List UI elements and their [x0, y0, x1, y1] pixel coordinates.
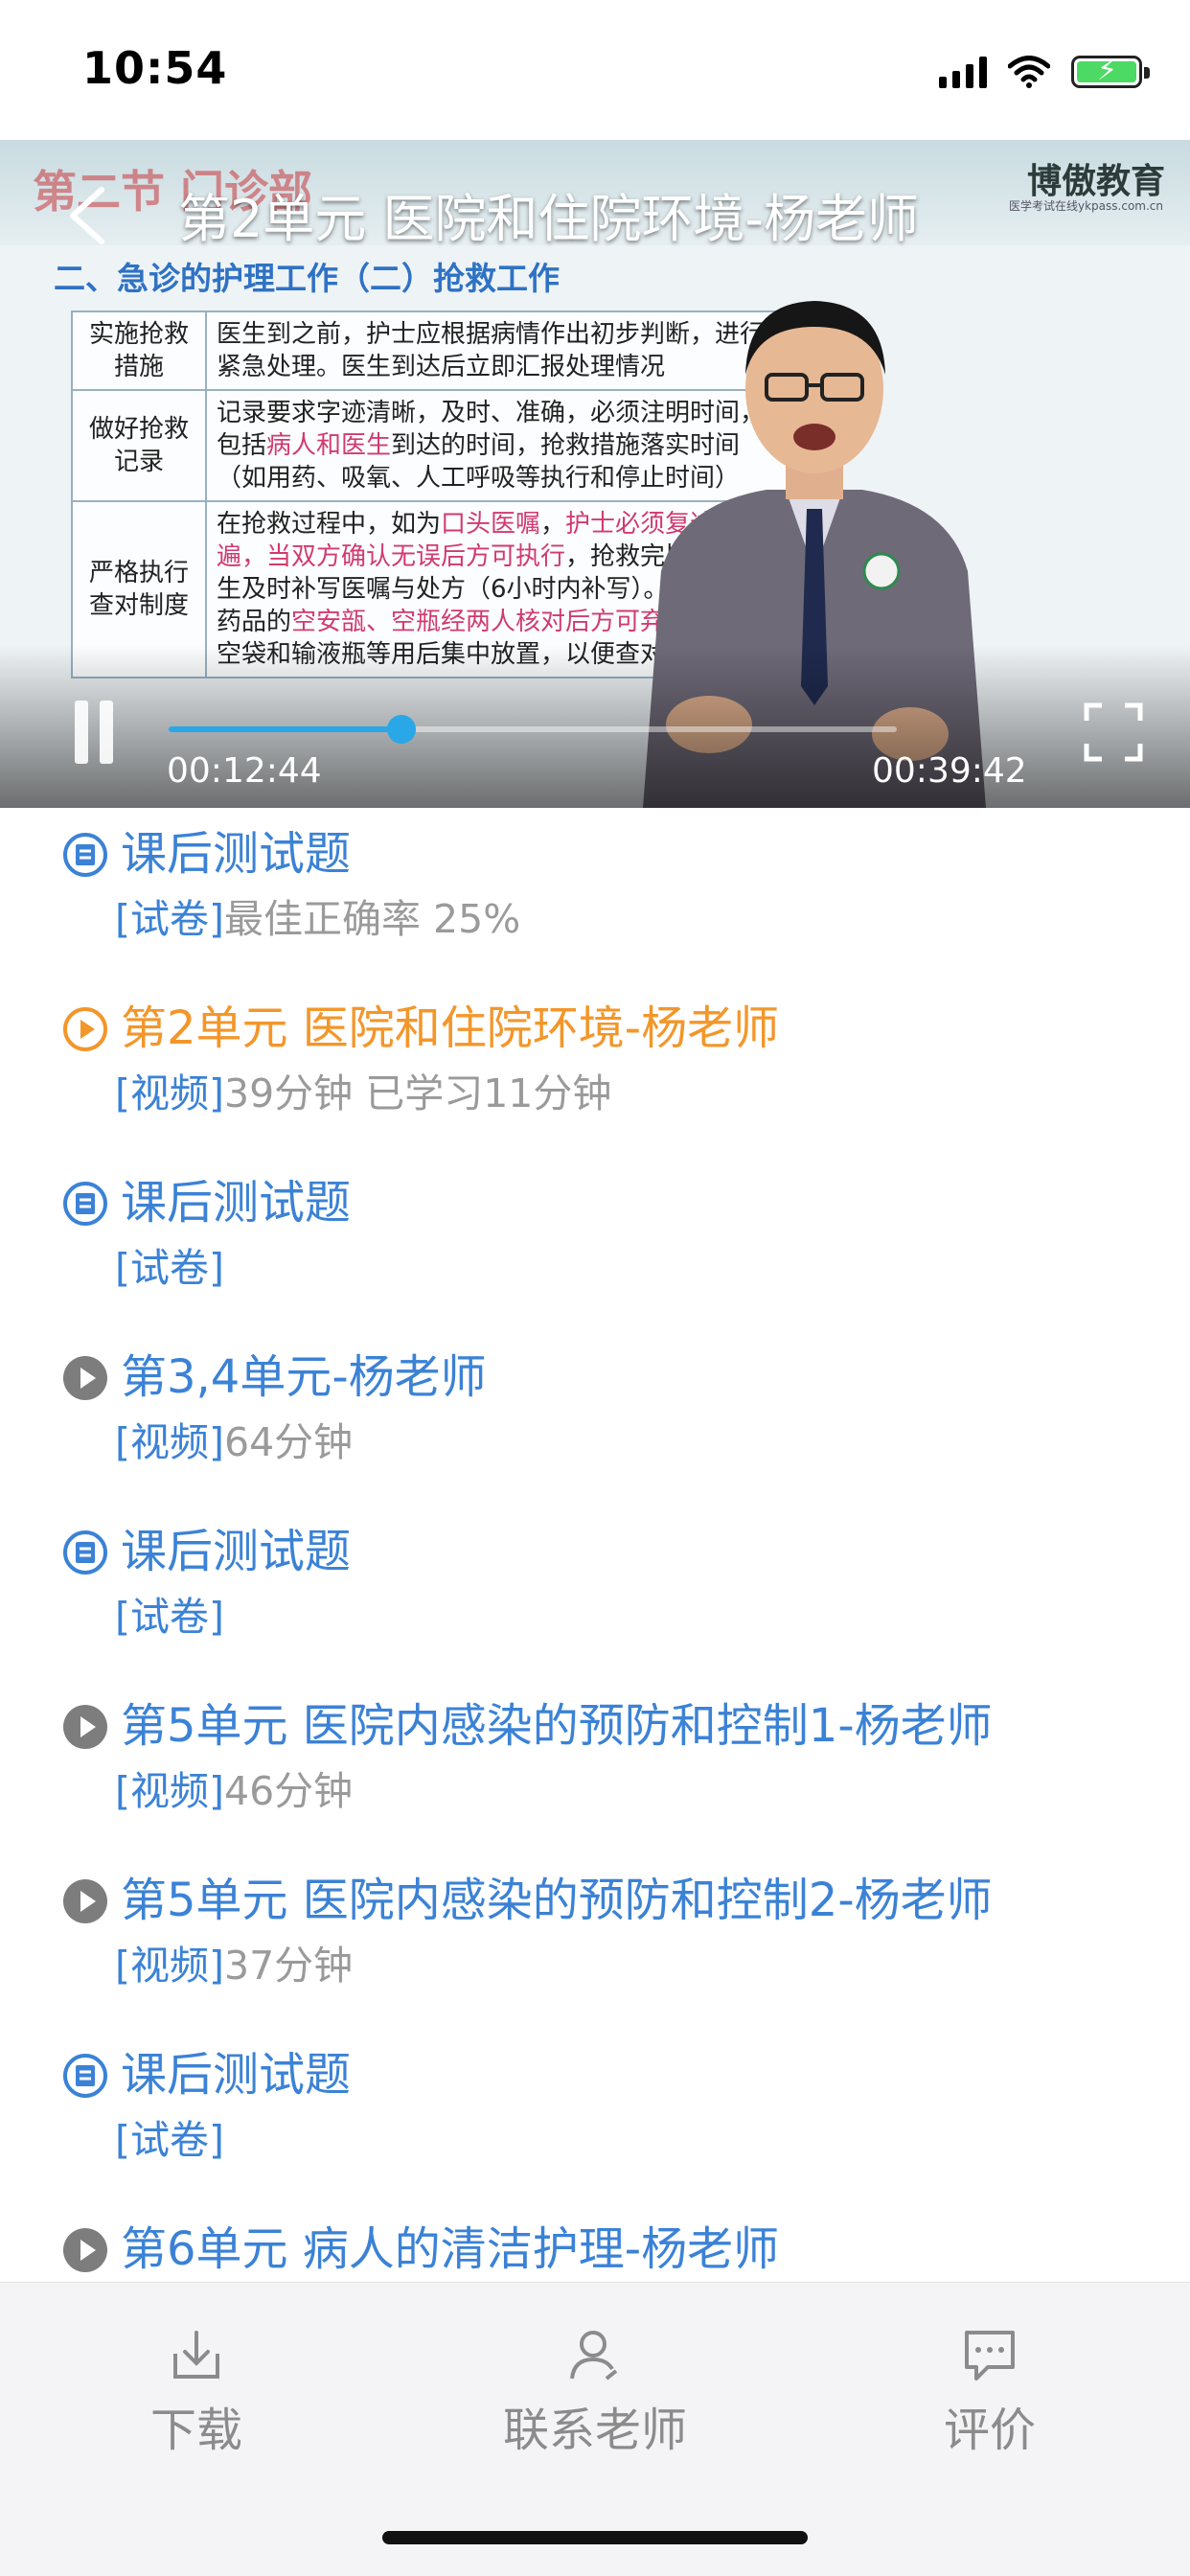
item-type-tag: [试卷]: [115, 896, 224, 942]
wifi-icon: [1008, 56, 1050, 88]
contact-teacher-tab[interactable]: 联系老师: [490, 2325, 700, 2459]
quiz-icon: [61, 831, 109, 879]
total-time: 00:39:42: [872, 751, 1027, 791]
cellular-signal-icon: [939, 56, 987, 88]
video-lesson-item[interactable]: 第3,4单元-杨老师 [视频]64分钟: [0, 1314, 1190, 1488]
video-lesson-item[interactable]: 第5单元 医院内感染的预防和控制2-杨老师 [视频]37分钟: [0, 1837, 1190, 2012]
item-meta: [试卷]: [115, 1241, 224, 1295]
play-icon: [61, 2226, 109, 2274]
item-meta: [视频]39分钟 已学习11分钟: [115, 1067, 611, 1120]
item-meta: [试卷]: [115, 1590, 224, 1644]
item-meta: [视频]64分钟: [115, 1415, 353, 1469]
contact-teacher-label: 联系老师: [502, 2404, 687, 2457]
slide-row-key: 做好抢救记录: [71, 389, 207, 502]
item-title: 第2单元 医院和住院环境-杨老师: [121, 1001, 780, 1055]
video-player[interactable]: 第二节 门诊部 博傲教育 医学考试在线ykpass.com.cn 二、急诊的护理…: [0, 140, 1190, 808]
contact-person-icon: [570, 2331, 618, 2380]
current-time: 00:12:44: [167, 751, 322, 791]
download-tab[interactable]: 下载: [139, 2325, 254, 2459]
slide-subtitle: 二、急诊的护理工作（二）抢救工作: [54, 260, 560, 297]
pause-icon: [75, 701, 88, 764]
video-lesson-item[interactable]: 第5单元 医院内感染的预防和控制1-杨老师 [视频]46分钟: [0, 1663, 1190, 1837]
item-type-tag: [视频]: [115, 1943, 224, 1989]
review-tab[interactable]: 评价: [932, 2325, 1047, 2459]
pause-icon: [100, 701, 113, 764]
item-meta: [视频]46分钟: [115, 1764, 353, 1818]
status-bar: 10:54 ⚡: [0, 0, 1190, 140]
home-indicator: [382, 2531, 808, 2544]
play-icon: [61, 1354, 109, 1402]
quiz-item[interactable]: 课后测试题 [试卷]: [0, 1139, 1190, 1314]
item-title: 第3,4单元-杨老师: [121, 1350, 487, 1404]
quiz-item[interactable]: 课后测试题 [试卷]: [0, 1488, 1190, 1663]
item-type-tag: [试卷]: [115, 1594, 224, 1640]
item-detail: 46分钟: [224, 1768, 354, 1814]
quiz-item[interactable]: 课后测试题 [试卷]: [0, 2012, 1190, 2186]
quiz-icon: [61, 2052, 109, 2100]
pause-button[interactable]: [71, 701, 119, 768]
progress-knob[interactable]: [387, 715, 417, 744]
item-title: 课后测试题: [121, 827, 352, 881]
video-title: 第2单元 医院和住院环境-杨老师: [178, 189, 920, 249]
item-meta: [视频]37分钟: [115, 1939, 353, 1992]
quiz-icon: [61, 1529, 109, 1576]
fullscreen-icon[interactable]: [1083, 702, 1144, 763]
quiz-item[interactable]: 课后测试题 [试卷]最佳正确率 25%: [0, 808, 1190, 965]
item-detail: 37分钟: [224, 1943, 354, 1989]
status-time: 10:54: [82, 42, 228, 94]
back-arrow-icon[interactable]: [57, 182, 125, 249]
item-title: 课后测试题: [121, 2048, 352, 2102]
play-icon: [61, 1877, 109, 1925]
video-lesson-item[interactable]: 第2单元 医院和住院环境-杨老师 [视频]39分钟 已学习11分钟: [0, 965, 1190, 1139]
item-title: 第5单元 医院内感染的预防和控制2-杨老师: [121, 1874, 993, 1927]
item-meta: [试卷]最佳正确率 25%: [115, 892, 520, 946]
item-detail: 39分钟 已学习11分钟: [224, 1070, 612, 1116]
download-icon: [173, 2331, 219, 2379]
item-type-tag: [试卷]: [115, 2117, 224, 2163]
review-label: 评价: [943, 2404, 1036, 2457]
item-type-tag: [视频]: [115, 1768, 224, 1814]
comment-icon: [965, 2331, 1015, 2380]
item-type-tag: [视频]: [115, 1419, 224, 1465]
item-type-tag: [视频]: [115, 1070, 224, 1116]
progress-fill: [169, 726, 402, 732]
slide-logo: 博傲教育: [1026, 161, 1165, 201]
slide-logo-sub: 医学考试在线ykpass.com.cn: [1009, 199, 1163, 213]
status-icons: ⚡: [939, 48, 1150, 96]
item-detail: 最佳正确率 25%: [224, 896, 521, 942]
battery-icon: ⚡: [1071, 55, 1150, 88]
video-lesson-item[interactable]: 第6单元 病人的清洁护理-杨老师: [0, 2186, 1190, 2282]
bottom-toolbar: 下载 联系老师 评价: [0, 2282, 1190, 2576]
playing-icon: [61, 1005, 109, 1053]
slide-row-key: 实施抢救措施: [71, 310, 207, 391]
play-icon: [61, 1703, 109, 1751]
course-list: 课后测试题 [试卷]最佳正确率 25% 第2单元 医院和住院环境-杨老师 [视频]39…: [0, 808, 1190, 2282]
item-title: 第6单元 病人的清洁护理-杨老师: [121, 2222, 780, 2276]
item-title: 课后测试题: [121, 1176, 352, 1230]
item-detail: 64分钟: [224, 1419, 354, 1465]
item-title: 课后测试题: [121, 1525, 352, 1578]
quiz-icon: [61, 1180, 109, 1228]
item-title: 第5单元 医院内感染的预防和控制1-杨老师: [121, 1699, 993, 1753]
download-label: 下载: [149, 2404, 242, 2457]
item-type-tag: [试卷]: [115, 1245, 224, 1291]
progress-bar[interactable]: [169, 715, 897, 744]
item-meta: [试卷]: [115, 2113, 224, 2167]
